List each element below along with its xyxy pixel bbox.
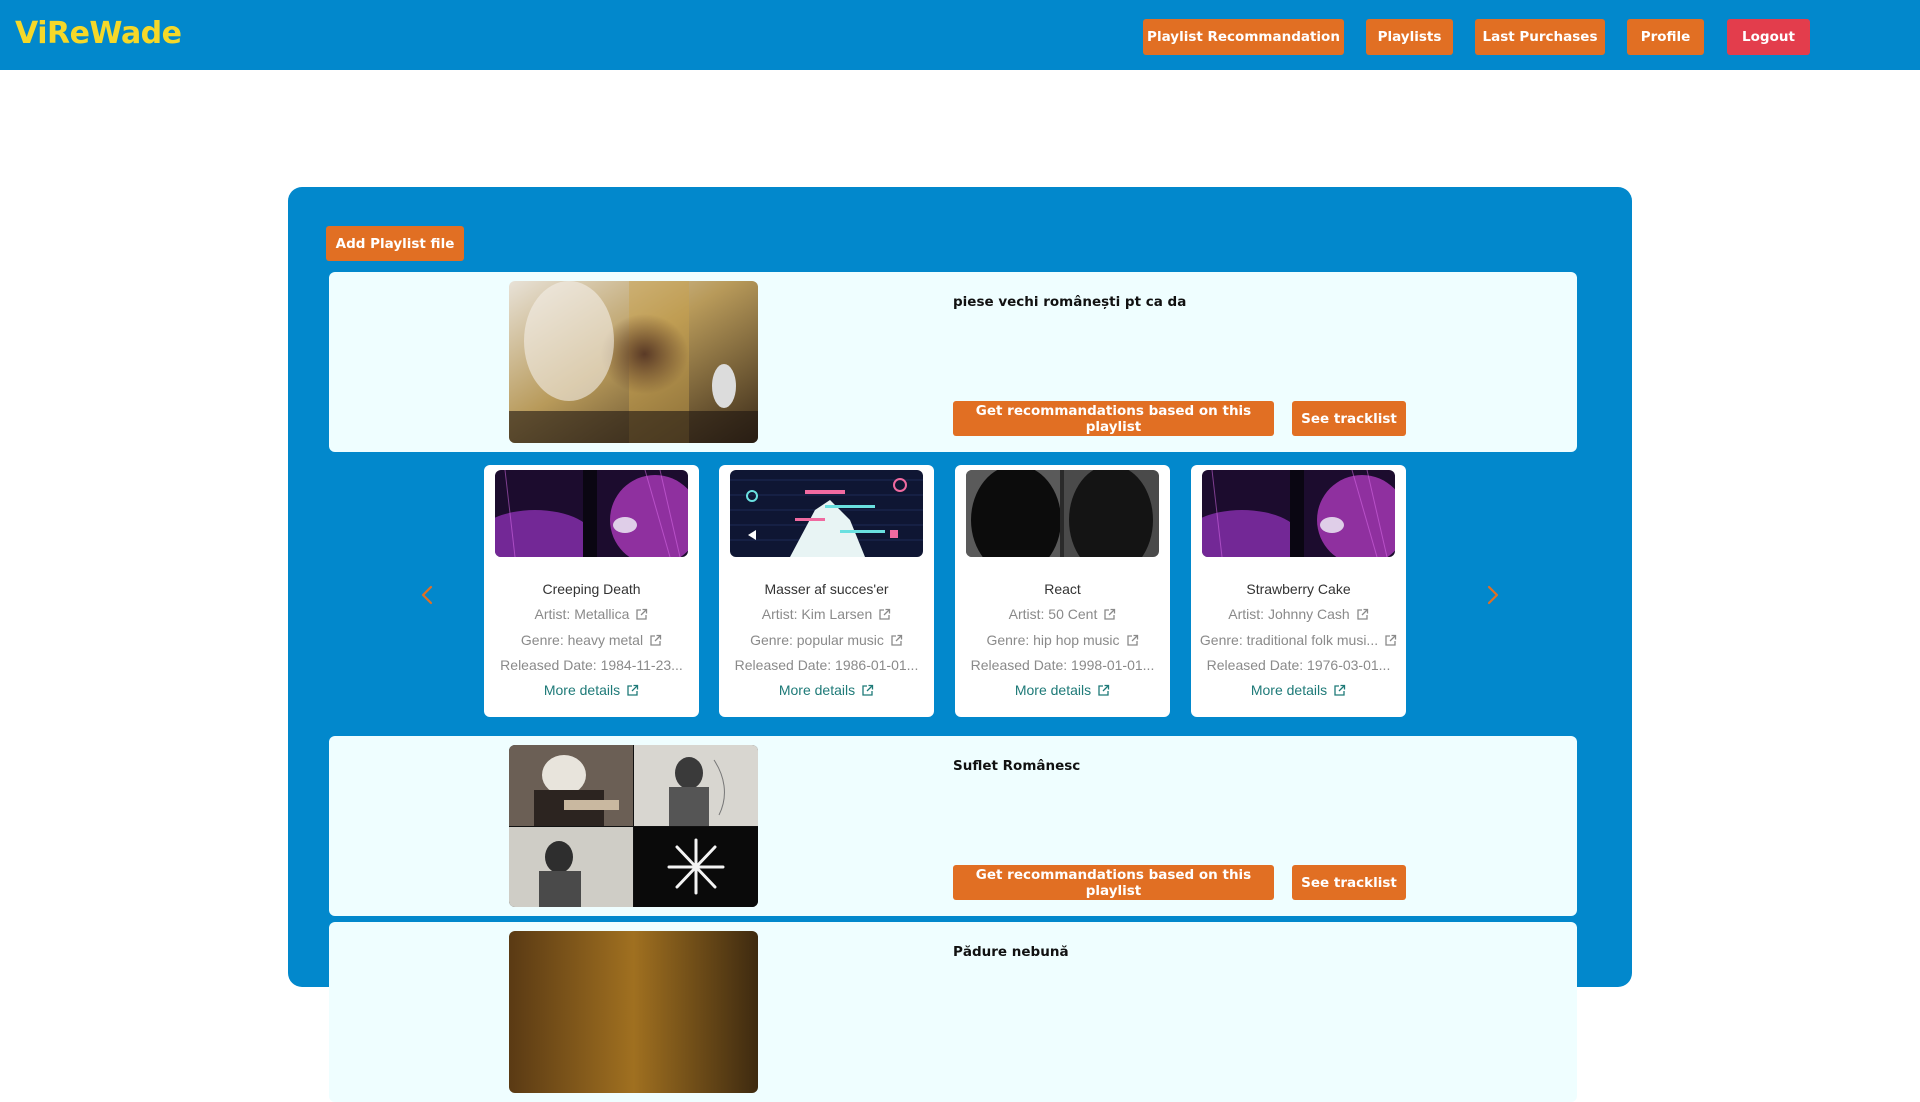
song-genre[interactable]: Genre: heavy metal <box>484 632 699 648</box>
more-details-link[interactable]: More details <box>1191 682 1406 698</box>
external-link-icon <box>627 684 639 696</box>
see-tracklist-button[interactable]: See tracklist <box>1292 401 1406 436</box>
chevron-right-icon <box>1487 585 1499 605</box>
external-link-icon <box>636 608 648 620</box>
song-genre-label: Genre: popular music <box>750 632 884 648</box>
more-details-link[interactable]: More details <box>719 682 934 698</box>
song-genre-label: Genre: traditional folk musi... <box>1199 632 1379 648</box>
top-navbar: ViReWade Playlist Recommandation Playlis… <box>0 0 1920 70</box>
song-artist[interactable]: Artist: Kim Larsen <box>719 606 934 622</box>
playlist-title: piese vechi românești pt ca da <box>953 294 1187 310</box>
see-tracklist-button[interactable]: See tracklist <box>1292 865 1406 900</box>
song-artist-label: Artist: Metallica <box>534 606 630 622</box>
last-purchases-button[interactable]: Last Purchases <box>1475 19 1605 55</box>
song-artist[interactable]: Artist: 50 Cent <box>955 606 1170 622</box>
external-link-icon <box>1334 684 1346 696</box>
external-link-icon <box>1126 634 1138 646</box>
song-release-date: Released Date: 1976-03-01... <box>1206 657 1391 673</box>
song-genre[interactable]: Genre: hip hop music <box>955 632 1170 648</box>
song-artist[interactable]: Artist: Metallica <box>484 606 699 622</box>
brand-logo[interactable]: ViReWade <box>15 16 182 51</box>
carousel-prev-button[interactable] <box>412 575 442 615</box>
external-link-icon <box>1357 608 1368 620</box>
playlist-cover-image <box>509 745 758 907</box>
external-link-icon <box>862 684 874 696</box>
playlist-cover-image <box>509 281 758 443</box>
playlist-card: Suflet Românesc Get recommandations base… <box>329 736 1577 916</box>
playlist-card: Pădure nebună <box>329 922 1577 1102</box>
external-link-icon <box>1104 608 1116 620</box>
more-details-label: More details <box>1250 682 1328 698</box>
external-link-icon <box>1385 634 1397 646</box>
song-card: React Artist: 50 Cent Genre: hip hop mus… <box>955 465 1170 717</box>
song-release-date: Released Date: 1998-01-01... <box>970 657 1155 673</box>
song-artist[interactable]: Artist: Johnny Cash <box>1191 606 1406 622</box>
playlists-button[interactable]: Playlists <box>1366 19 1453 55</box>
chevron-left-icon <box>421 585 433 605</box>
playlist-card: piese vechi românești pt ca da Get recom… <box>329 272 1577 452</box>
external-link-icon <box>650 634 662 646</box>
more-details-label: More details <box>778 682 856 698</box>
song-cover-image <box>495 470 688 557</box>
song-genre-label: Genre: hip hop music <box>986 632 1120 648</box>
song-cover-image <box>1202 470 1395 557</box>
song-title: Strawberry Cake <box>1246 581 1351 597</box>
add-playlist-file-button[interactable]: Add Playlist file <box>326 226 464 261</box>
song-genre[interactable]: Genre: traditional folk musi... <box>1191 632 1406 648</box>
playlists-panel: Add Playlist file piese vechi românești … <box>288 187 1632 1102</box>
song-title: Creeping Death <box>542 581 641 597</box>
song-card: Masser af succes'er Artist: Kim Larsen G… <box>719 465 934 717</box>
external-link-icon <box>1098 684 1110 696</box>
carousel-next-button[interactable] <box>1478 575 1508 615</box>
more-details-link[interactable]: More details <box>955 682 1170 698</box>
external-link-icon <box>879 608 891 620</box>
more-details-label: More details <box>543 682 621 698</box>
get-recommandations-button[interactable]: Get recommandations based on this playli… <box>953 865 1274 900</box>
song-artist-label: Artist: Johnny Cash <box>1228 606 1350 622</box>
playlist-title: Pădure nebună <box>953 944 1069 960</box>
song-artist-label: Artist: 50 Cent <box>1008 606 1098 622</box>
song-artist-label: Artist: Kim Larsen <box>761 606 873 622</box>
more-details-link[interactable]: More details <box>484 682 699 698</box>
song-cover-image <box>966 470 1159 557</box>
song-genre[interactable]: Genre: popular music <box>719 632 934 648</box>
profile-button[interactable]: Profile <box>1627 19 1704 55</box>
song-card: Strawberry Cake Artist: Johnny Cash Genr… <box>1191 465 1406 717</box>
song-cover-image <box>730 470 923 557</box>
playlist-cover-image <box>509 931 758 1093</box>
playlist-title: Suflet Românesc <box>953 758 1081 774</box>
song-genre-label: Genre: heavy metal <box>520 632 644 648</box>
more-details-label: More details <box>1014 682 1092 698</box>
song-title: React <box>1044 581 1081 597</box>
song-card: Creeping Death Artist: Metallica Genre: … <box>484 465 699 717</box>
song-title: Masser af succes'er <box>764 581 889 597</box>
logout-button[interactable]: Logout <box>1727 19 1810 55</box>
playlist-recommandation-button[interactable]: Playlist Recommandation <box>1143 19 1344 55</box>
get-recommandations-button[interactable]: Get recommandations based on this playli… <box>953 401 1274 436</box>
song-release-date: Released Date: 1984-11-23... <box>500 657 683 673</box>
song-release-date: Released Date: 1986-01-01... <box>734 657 919 673</box>
external-link-icon <box>891 634 903 646</box>
